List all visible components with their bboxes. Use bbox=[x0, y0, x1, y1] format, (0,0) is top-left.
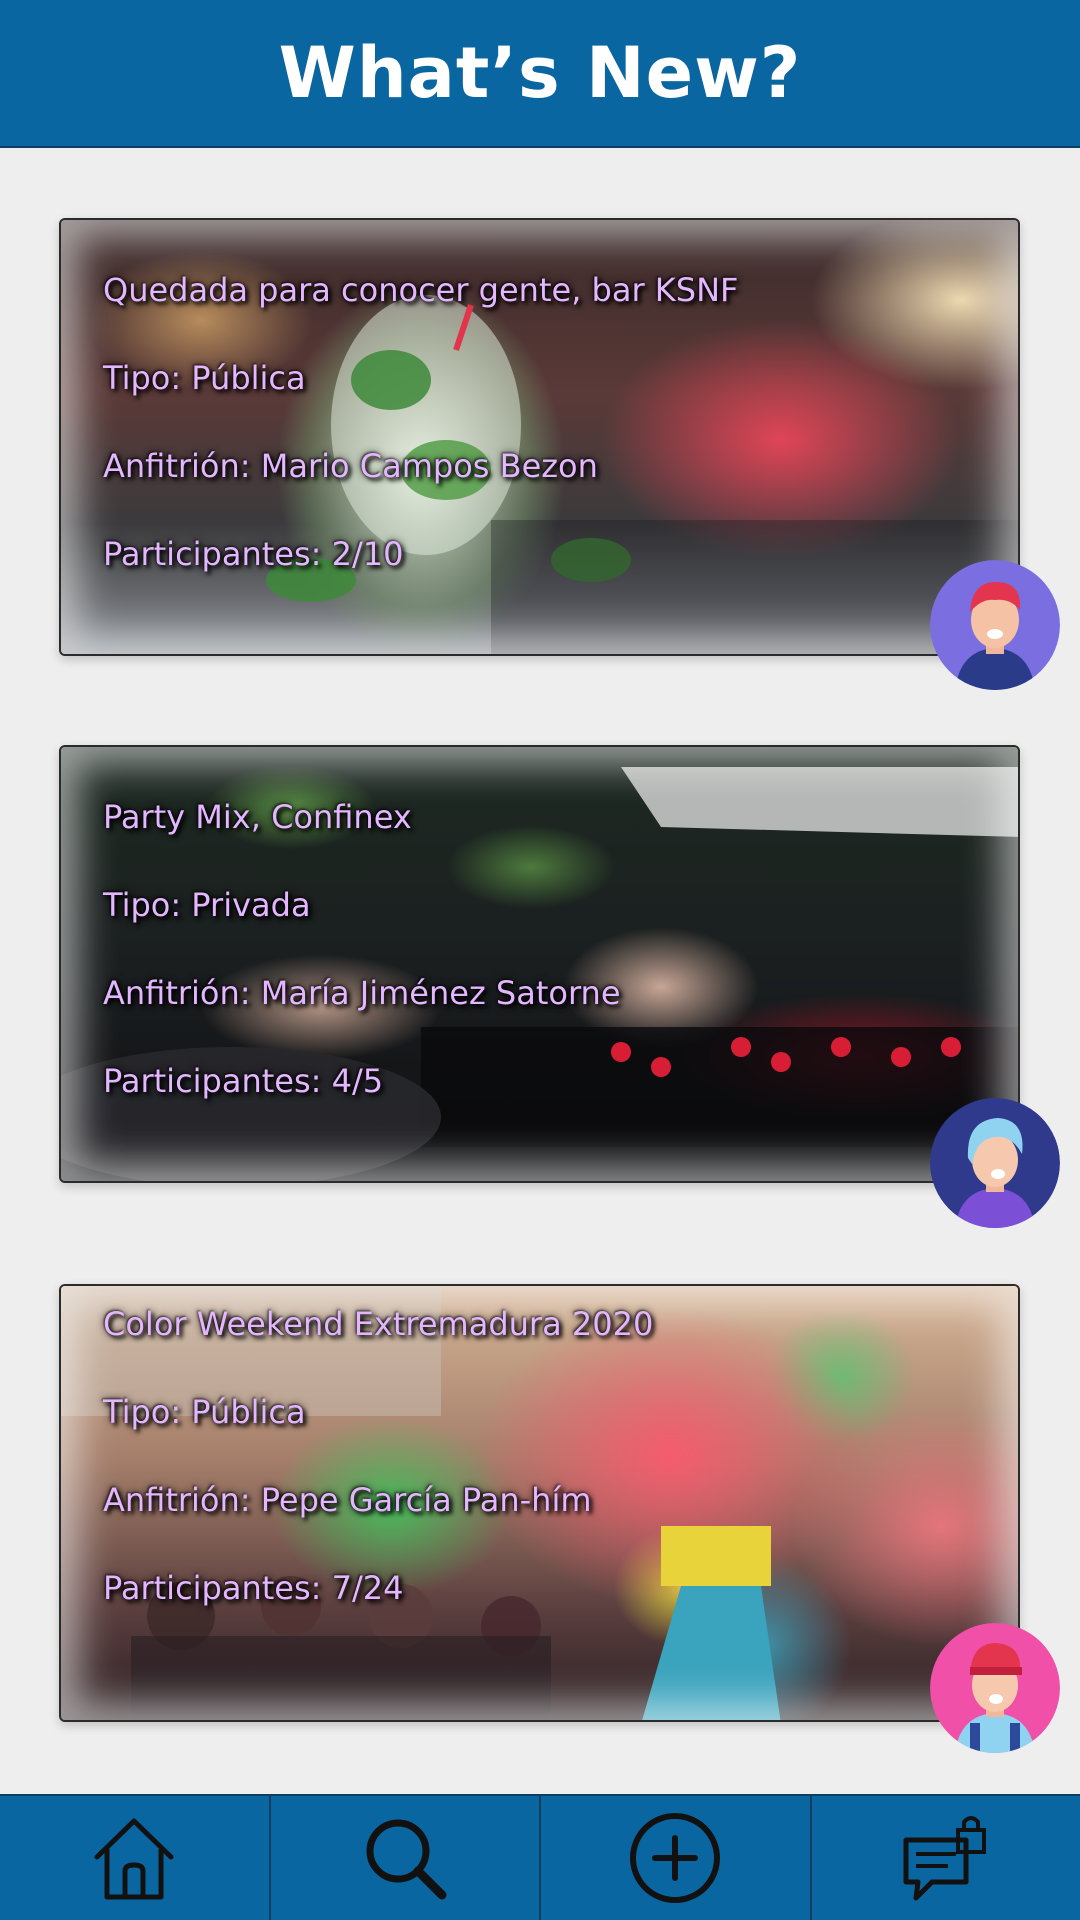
avatar-blue-hair-woman-icon bbox=[930, 1098, 1060, 1228]
page-title: What’s New? bbox=[278, 32, 802, 114]
add-circle-icon bbox=[630, 1813, 721, 1903]
event-card[interactable]: Color Weekend Extremadura 2020 Tipo: Púb… bbox=[59, 1284, 1020, 1722]
event-type: Tipo: Pública bbox=[103, 1393, 306, 1431]
bottom-nav bbox=[0, 1794, 1080, 1920]
host-avatar[interactable] bbox=[930, 1098, 1060, 1228]
nav-tab-messages[interactable] bbox=[812, 1796, 1080, 1920]
event-type: Tipo: Privada bbox=[103, 886, 311, 924]
host-avatar[interactable] bbox=[930, 560, 1060, 690]
nav-tab-search[interactable] bbox=[271, 1796, 541, 1920]
event-host: Anfitrión: María Jiménez Satorne bbox=[103, 974, 621, 1012]
event-card[interactable]: Party Mix, Confinex Tipo: Privada Anfitr… bbox=[59, 745, 1020, 1183]
avatar-red-cap-man-icon bbox=[930, 1623, 1060, 1753]
home-icon bbox=[94, 1818, 174, 1900]
chat-lock-icon bbox=[903, 1816, 986, 1901]
search-icon bbox=[366, 1819, 447, 1900]
event-type: Tipo: Pública bbox=[103, 359, 306, 397]
event-participants: Participantes: 4/5 bbox=[103, 1062, 384, 1100]
events-feed[interactable]: Quedada para conocer gente, bar KSNF Tip… bbox=[0, 150, 1080, 1792]
event-card[interactable]: Quedada para conocer gente, bar KSNF Tip… bbox=[59, 218, 1020, 656]
event-host: Anfitrión: Pepe García Pan-hím bbox=[103, 1481, 592, 1519]
avatar-red-hair-man-icon bbox=[930, 560, 1060, 690]
host-avatar[interactable] bbox=[930, 1623, 1060, 1753]
event-participants: Participantes: 2/10 bbox=[103, 535, 404, 573]
app-header: What’s New? bbox=[0, 0, 1080, 148]
nav-tab-home[interactable] bbox=[0, 1796, 271, 1920]
event-title: Quedada para conocer gente, bar KSNF bbox=[103, 271, 739, 309]
event-host: Anfitrión: Mario Campos Bezon bbox=[103, 447, 598, 485]
event-title: Party Mix, Confinex bbox=[103, 798, 412, 836]
nav-tab-add[interactable] bbox=[541, 1796, 812, 1920]
event-participants: Participantes: 7/24 bbox=[103, 1569, 404, 1607]
event-title: Color Weekend Extremadura 2020 bbox=[103, 1305, 654, 1343]
